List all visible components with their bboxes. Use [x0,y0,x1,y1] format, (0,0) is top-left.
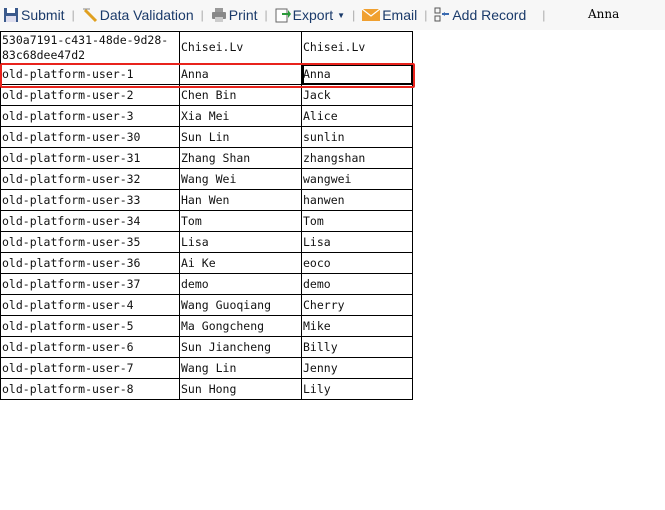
table-cell[interactable]: old-platform-user-31 [0,147,180,169]
table-cell[interactable]: eoco [301,252,413,274]
table-cell[interactable]: old-platform-user-35 [0,231,180,253]
export-dropdown[interactable]: Export ▼ [275,7,345,23]
chevron-down-icon: ▼ [337,10,346,20]
table-cell[interactable]: hanwen [301,189,413,211]
table-cell[interactable]: Alice [301,105,413,127]
table-cell[interactable]: zhangshan [301,147,413,169]
table-row: old-platform-user-6 Sun Jiancheng Billy [0,336,413,358]
table-cell[interactable]: old-platform-user-6 [0,336,180,358]
table-cell[interactable]: 530a7191-c431-48de-9d28-83c68dee47d2 [0,31,180,64]
table-cell[interactable]: Wang Guoqiang [179,294,302,316]
table-cell[interactable]: old-platform-user-8 [0,378,180,400]
table-row: old-platform-user-34 Tom Tom [0,210,413,232]
table-row: old-platform-user-1 Anna Anna [0,63,413,85]
email-label: Email [382,7,418,23]
table-cell[interactable]: Ai Ke [179,252,302,274]
table-cell[interactable]: old-platform-user-3 [0,105,180,127]
table-cell[interactable]: old-platform-user-7 [0,357,180,379]
table-cell[interactable]: Sun Lin [179,126,302,148]
table-cell[interactable]: Jenny [301,357,413,379]
separator: | [264,8,268,22]
table-cell[interactable]: old-platform-user-33 [0,189,180,211]
table-row: old-platform-user-32 Wang Wei wangwei [0,168,413,190]
email-button[interactable]: Email [362,7,417,23]
table-cell[interactable]: Han Wen [179,189,302,211]
table-cell[interactable]: Sun Hong [179,378,302,400]
separator: | [71,8,75,22]
table-cell[interactable]: old-platform-user-4 [0,294,180,316]
data-validation-label: Data Validation [99,7,194,23]
table-cell[interactable]: Wang Lin [179,357,302,379]
table-cell[interactable]: Sun Jiancheng [179,336,302,358]
separator: | [424,8,428,22]
table-cell[interactable]: old-platform-user-32 [0,168,180,190]
table-cell[interactable]: Cherry [301,294,413,316]
table-row: old-platform-user-31 Zhang Shan zhangshan [0,147,413,169]
separator: | [352,8,356,22]
table-cell[interactable]: Ma Gongcheng [179,315,302,337]
table-row: old-platform-user-8 Sun Hong Lily [0,378,413,400]
validation-wand-icon [82,8,97,23]
table-row: old-platform-user-2 Chen Bin Jack [0,84,413,106]
user-mapping-table: 530a7191-c431-48de-9d28-83c68dee47d2 Chis… [0,31,413,400]
current-user: Anna [588,7,620,21]
table-cell[interactable]: Lisa [301,231,413,253]
separator: | [542,8,546,22]
table-row: old-platform-user-30 Sun Lin sunlin [0,126,413,148]
envelope-icon [362,8,381,21]
table-row: old-platform-user-4 Wang Guoqiang Cherry [0,294,413,316]
table-cell[interactable]: Chisei.Lv [179,31,302,64]
table-row: old-platform-user-36 Ai Ke eoco [0,252,413,274]
table-cell[interactable]: old-platform-user-30 [0,126,180,148]
add-record-label: Add Record [452,7,527,23]
submit-button[interactable]: Submit [3,7,65,23]
table-cell[interactable]: old-platform-user-2 [0,84,180,106]
add-record-button[interactable]: Add Record [434,7,526,23]
print-label: Print [228,7,258,23]
table-cell[interactable]: Mike [301,315,413,337]
separator: | [200,8,204,22]
table-cell[interactable]: Chisei.Lv [301,31,413,64]
export-label: Export [292,7,334,23]
table-cell[interactable]: demo [301,273,413,295]
table-cell[interactable]: Chen Bin [179,84,302,106]
table-row: 530a7191-c431-48de-9d28-83c68dee47d2 Chis… [0,31,413,64]
table-cell[interactable]: Wang Wei [179,168,302,190]
table-cell[interactable]: old-platform-user-37 [0,273,180,295]
table-cell[interactable]: old-platform-user-36 [0,252,180,274]
table-cell[interactable]: sunlin [301,126,413,148]
table-row: old-platform-user-5 Ma Gongcheng Mike [0,315,413,337]
table-row: old-platform-user-3 Xia Mei Alice [0,105,413,127]
print-button[interactable]: Print [211,7,258,23]
save-icon [4,8,18,22]
table-row: old-platform-user-35 Lisa Lisa [0,231,413,253]
add-record-icon [434,7,450,22]
table-row: old-platform-user-7 Wang Lin Jenny [0,357,413,379]
printer-icon [211,8,226,22]
table-cell[interactable]: old-platform-user-34 [0,210,180,232]
table-cell[interactable]: old-platform-user-5 [0,315,180,337]
table-row: old-platform-user-37 demo demo [0,273,413,295]
toolbar: Submit | Data Validation | Print | Expor… [0,0,665,30]
export-icon [275,8,291,23]
data-validation-button[interactable]: Data Validation [82,7,194,23]
table-cell[interactable]: Lisa [179,231,302,253]
table-cell[interactable]: Tom [301,210,413,232]
table-cell[interactable]: Lily [301,378,413,400]
table-cell[interactable]: Zhang Shan [179,147,302,169]
table-cell[interactable]: Tom [179,210,302,232]
table-cell[interactable]: Billy [301,336,413,358]
table-cell[interactable]: demo [179,273,302,295]
table-cell[interactable]: old-platform-user-1 [0,63,180,85]
table-cell[interactable]: Xia Mei [179,105,302,127]
submit-label: Submit [21,7,65,23]
table-cell[interactable]: Jack [301,84,413,106]
table-cell[interactable]: wangwei [301,168,413,190]
table-cell[interactable]: Anna [301,63,413,85]
table-cell[interactable]: Anna [179,63,302,85]
table-row: old-platform-user-33 Han Wen hanwen [0,189,413,211]
